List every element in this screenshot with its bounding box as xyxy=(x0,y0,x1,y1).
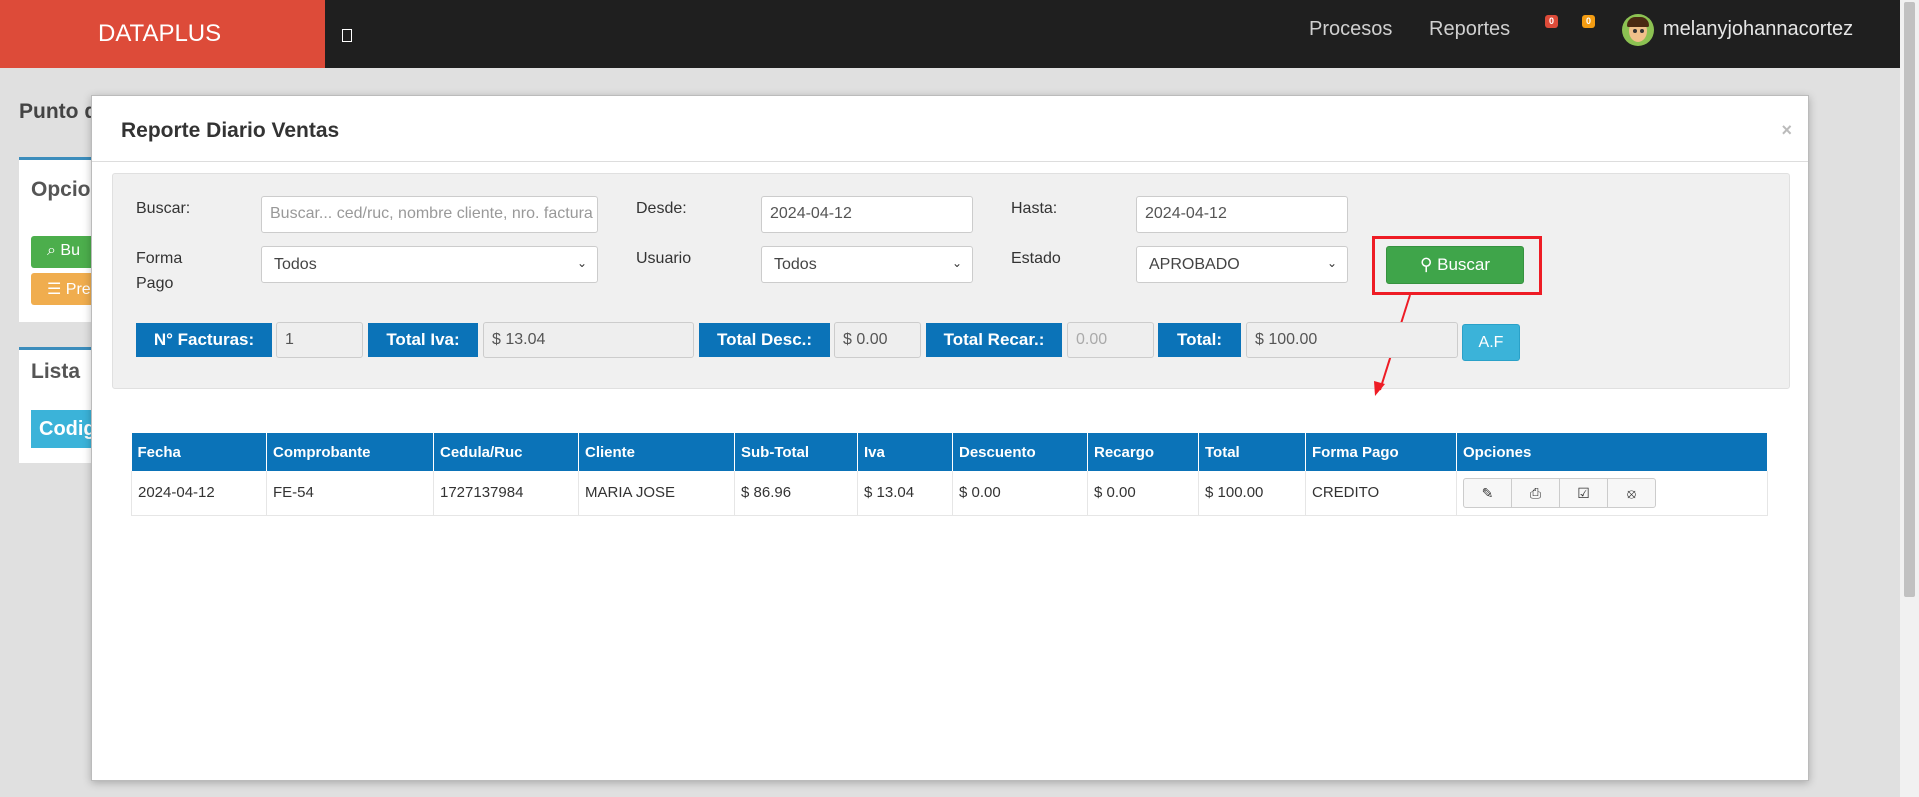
col-recargo[interactable]: Recargo xyxy=(1087,433,1199,471)
list-box-title: Lista xyxy=(31,360,81,383)
cell-forma-pago: CREDITO xyxy=(1305,471,1457,516)
brand-logo[interactable]: DATAPLUS xyxy=(0,0,325,68)
desde-date-input[interactable]: 2024-04-12 xyxy=(761,196,973,233)
user-menu-name[interactable]: melanyjohannacortez xyxy=(1663,18,1853,41)
forma-pago-select[interactable]: Todos ⌄ xyxy=(261,246,598,283)
table-header-row: Fecha Comprobante Cedula/Ruc Cliente Sub… xyxy=(131,433,1768,471)
usuario-label: Usuario xyxy=(636,250,692,267)
total-recar-value: 0.00 xyxy=(1067,322,1154,358)
cell-recargo: $ 0.00 xyxy=(1087,471,1199,516)
usuario-select[interactable]: Todos ⌄ xyxy=(761,246,973,283)
col-descuento[interactable]: Descuento xyxy=(952,433,1088,471)
edit-icon[interactable]: ✎ xyxy=(1463,477,1512,508)
top-navbar: DATAPLUS Procesos Reportes 0 0 melanyjoh… xyxy=(0,0,1900,68)
estado-label: Estado xyxy=(1011,250,1061,267)
total-desc-value: $ 0.00 xyxy=(834,322,921,358)
total-iva-label: Total Iva: xyxy=(368,323,478,357)
col-subtotal[interactable]: Sub-Total xyxy=(734,433,858,471)
avatar[interactable] xyxy=(1622,14,1654,46)
bg-tab-codigo[interactable]: Codig xyxy=(31,410,96,448)
modal-divider xyxy=(92,161,1808,162)
total-label: Total: xyxy=(1158,323,1241,357)
print-icon[interactable]: ⎙ xyxy=(1511,477,1560,508)
facturas-value: 1 xyxy=(276,322,363,358)
cell-descuento: $ 0.00 xyxy=(952,471,1088,516)
total-iva-value: $ 13.04 xyxy=(483,322,694,358)
col-total[interactable]: Total xyxy=(1198,433,1306,471)
cell-total: $ 100.00 xyxy=(1198,471,1306,516)
buscar-label: Buscar: xyxy=(136,200,191,217)
cancel-icon[interactable]: ⦻ xyxy=(1607,477,1656,508)
col-fecha[interactable]: Fecha xyxy=(131,433,267,471)
col-cedula[interactable]: Cedula/Ruc xyxy=(433,433,579,471)
estado-select[interactable]: APROBADO ⌄ xyxy=(1136,246,1348,283)
cell-cliente: MARIA JOSE xyxy=(578,471,735,516)
nav-procesos[interactable]: Procesos xyxy=(1309,18,1392,41)
close-icon[interactable]: × xyxy=(1781,120,1792,141)
col-cliente[interactable]: Cliente xyxy=(578,433,735,471)
cell-comprobante: FE-54 xyxy=(266,471,434,516)
hasta-label: Hasta: xyxy=(1011,200,1058,217)
hasta-date-input[interactable]: 2024-04-12 xyxy=(1136,196,1348,233)
chevron-down-icon: ⌄ xyxy=(1326,256,1337,270)
chevron-down-icon: ⌄ xyxy=(576,256,587,270)
col-forma-pago[interactable]: Forma Pago xyxy=(1305,433,1457,471)
desde-label: Desde: xyxy=(636,200,687,217)
af-button[interactable]: A.F xyxy=(1462,324,1520,361)
notification-badge[interactable]: 0 xyxy=(1545,15,1558,28)
col-iva[interactable]: Iva xyxy=(857,433,953,471)
cell-fecha: 2024-04-12 xyxy=(131,471,267,516)
approve-icon[interactable]: ☑ xyxy=(1559,477,1608,508)
col-opciones: Opciones xyxy=(1456,433,1768,471)
total-value: $ 100.00 xyxy=(1246,322,1458,358)
options-box-title: Opcio xyxy=(31,178,91,201)
cell-cedula: 1727137984 xyxy=(433,471,579,516)
page-title: Punto d xyxy=(19,100,98,123)
forma-pago-label: Forma Pago xyxy=(136,250,183,292)
menu-toggle-icon[interactable] xyxy=(342,24,362,46)
total-desc-label: Total Desc.: xyxy=(699,323,830,357)
cell-subtotal: $ 86.96 xyxy=(734,471,858,516)
cell-opciones: ✎ ⎙ ☑ ⦻ xyxy=(1456,471,1768,516)
col-comprobante[interactable]: Comprobante xyxy=(266,433,434,471)
total-recar-label: Total Recar.: xyxy=(926,323,1062,357)
table-row: 2024-04-12 FE-54 1727137984 MARIA JOSE $… xyxy=(131,471,1768,516)
modal-title: Reporte Diario Ventas xyxy=(121,119,340,142)
facturas-label: N° Facturas: xyxy=(136,323,272,357)
cell-iva: $ 13.04 xyxy=(857,471,953,516)
task-badge[interactable]: 0 xyxy=(1582,15,1595,28)
annotation-highlight-box xyxy=(1372,236,1542,295)
search-input[interactable]: Buscar... ced/ruc, nombre cliente, nro. … xyxy=(261,196,598,233)
page-scrollbar[interactable] xyxy=(1900,0,1919,797)
sales-table: Fecha Comprobante Cedula/Ruc Cliente Sub… xyxy=(131,433,1768,516)
chevron-down-icon: ⌄ xyxy=(951,256,962,270)
nav-reportes[interactable]: Reportes xyxy=(1429,18,1510,41)
